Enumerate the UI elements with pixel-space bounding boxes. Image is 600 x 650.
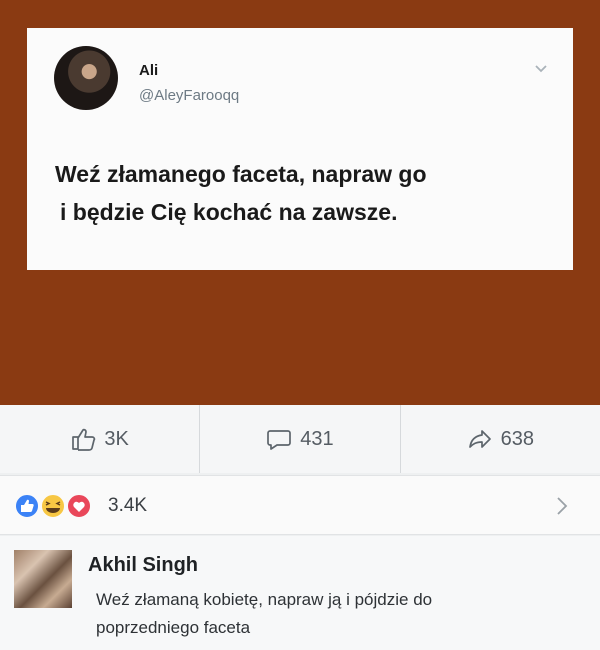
like-count: 3K [104,427,129,450]
tweet-text-line-1: Weź złamanego faceta, napraw go [55,161,427,187]
tweet-text-line-2: i będzie Cię kochać na zawsze. [60,199,398,225]
haha-icon [40,493,66,519]
comment-bubble-icon [267,430,292,450]
like-button[interactable]: 3K [0,405,199,473]
reaction-icons [14,493,92,519]
comment-button[interactable]: 431 [199,405,399,473]
comment-text: Weź złamaną kobietę, napraw ją i pójdzie… [96,590,433,637]
post-action-bar: 3K 431 638 [0,405,600,473]
share-count: 638 [500,427,534,450]
comment-avatar[interactable] [14,550,72,608]
tweet-text: Weź złamanego faceta, napraw go i będzie… [55,155,535,231]
like-icon [14,493,40,519]
chevron-down-icon[interactable] [534,64,548,74]
thumbs-up-icon [72,428,96,451]
tweet-avatar[interactable] [54,46,118,110]
comment-count: 431 [300,427,334,450]
love-icon [66,493,92,519]
share-button[interactable]: 638 [399,405,600,473]
comment-item: Akhil Singh Weź złamaną kobietę, napraw … [0,536,600,650]
comment-author-name[interactable]: Akhil Singh [88,554,198,577]
tweet-author-name[interactable]: Ali [139,62,158,79]
reactions-summary-row[interactable]: 3.4K [0,475,600,535]
tweet-author-handle[interactable]: @AleyFarooqq [139,87,239,104]
reaction-count: 3.4K [108,495,148,516]
share-arrow-icon [468,430,491,448]
chevron-right-icon[interactable] [555,495,569,517]
